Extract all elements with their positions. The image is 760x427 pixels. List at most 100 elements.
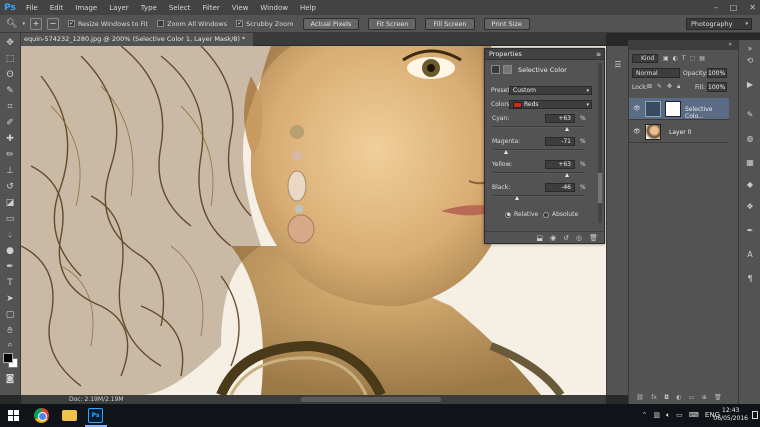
fill-input[interactable]: 100% (707, 82, 727, 92)
eyedropper-tool-icon[interactable]: ✐ (3, 117, 17, 129)
link-layers-icon[interactable]: ⛓︎ (636, 394, 644, 404)
radio-dot[interactable] (543, 211, 549, 218)
absolute-radio[interactable]: Absolute (543, 211, 578, 218)
adjustments-panel-icon[interactable]: ☰ (612, 60, 624, 70)
menu-file[interactable]: File (20, 4, 44, 12)
eye-icon[interactable]: 👁︎ (633, 105, 641, 112)
menu-filter[interactable]: Filter (196, 4, 225, 12)
menu-type[interactable]: Type (135, 4, 163, 12)
history-panel-icon[interactable]: ⟲ (745, 56, 755, 65)
zoom-in-icon[interactable]: + (29, 17, 42, 30)
path-selection-tool-icon[interactable]: ➤ (3, 293, 17, 305)
eraser-tool-icon[interactable]: ◪ (3, 197, 17, 209)
zoom-all-windows-checkbox[interactable]: Zoom All Windows (157, 20, 227, 28)
paths-panel-icon[interactable]: ✒ (745, 226, 755, 235)
layer-row-layer-0[interactable]: 👁︎ Layer 0 (629, 121, 729, 143)
magenta-value-input[interactable]: -71 (545, 137, 575, 146)
horizontal-scrollbar[interactable] (301, 397, 441, 402)
new-group-icon[interactable]: ▭ (689, 394, 695, 404)
menu-layer[interactable]: Layer (103, 4, 135, 12)
volume-icon[interactable]: 🔈︎ (666, 411, 670, 420)
layers-panel-collapse[interactable]: » (629, 40, 738, 50)
fit-screen-button[interactable]: Fit Screen (368, 17, 417, 30)
zoom-tool-icon[interactable]: ⌕ (3, 339, 17, 351)
scrubby-zoom-checkbox[interactable]: ✓ Scrubby Zoom (236, 20, 294, 28)
zoom-out-icon[interactable]: − (46, 17, 59, 30)
menu-window[interactable]: Window (254, 4, 294, 12)
battery-icon[interactable]: ▭ (676, 411, 683, 420)
pen-tool-icon[interactable]: ✒ (3, 261, 17, 273)
quick-mask-icon[interactable]: ◙ (3, 373, 17, 385)
menu-image[interactable]: Image (69, 4, 103, 12)
chrome-icon[interactable] (34, 408, 49, 423)
file-explorer-icon[interactable] (62, 410, 77, 421)
opacity-input[interactable]: 100% (707, 68, 727, 78)
brush-panel-icon[interactable]: ✎ (745, 110, 755, 119)
cyan-value-input[interactable]: +63 (545, 114, 575, 123)
styles-panel-icon[interactable]: ◆ (745, 180, 755, 189)
menu-help[interactable]: Help (294, 4, 322, 12)
new-layer-icon[interactable]: ⊕ (702, 394, 707, 404)
blur-tool-icon[interactable]: 💧︎ (3, 229, 17, 241)
eye-icon[interactable]: 👁︎ (633, 128, 641, 135)
delete-layer-icon[interactable]: 🗑︎ (714, 394, 722, 404)
menu-view[interactable]: View (226, 4, 255, 12)
close-icon[interactable]: ✕ (749, 3, 756, 12)
workspace-select[interactable]: Photography ▾ (686, 18, 752, 30)
keyboard-icon[interactable]: ⌨ (689, 411, 699, 420)
clone-stamp-tool-icon[interactable]: ⊥ (3, 165, 17, 177)
layer-row-selective-color[interactable]: 👁︎ Selective Colo... (629, 98, 729, 120)
panel-menu-icon[interactable]: ≡ (596, 49, 601, 60)
lasso-tool-icon[interactable]: ʘ (3, 69, 17, 81)
move-tool-icon[interactable]: ✥ (3, 37, 17, 49)
fx-icon[interactable]: fx (651, 394, 657, 404)
blend-mode-select[interactable]: Normal (632, 68, 680, 78)
yellow-slider-track[interactable] (493, 172, 585, 174)
lock-icons[interactable]: ⊠✎✥🔒︎ (647, 83, 685, 91)
clock[interactable]: 12:43 06/05/2016 (713, 407, 748, 423)
menu-select[interactable]: Select (163, 4, 197, 12)
cyan-slider-thumb[interactable] (565, 127, 570, 131)
black-slider-track[interactable] (493, 195, 585, 197)
history-brush-tool-icon[interactable]: ↺ (3, 181, 17, 193)
checkbox-box[interactable] (157, 20, 165, 27)
channels-panel-icon[interactable]: ❖ (745, 202, 755, 211)
radio-dot[interactable] (505, 211, 511, 218)
rectangle-tool-icon[interactable]: ▢ (3, 309, 17, 321)
quick-select-tool-icon[interactable]: ✎ (3, 85, 17, 97)
layer-filter-icons[interactable]: ▣◐T⬚▤ (663, 55, 709, 62)
delete-icon[interactable]: 🗑︎ (589, 234, 598, 242)
preset-select[interactable]: Custom ▾ (509, 86, 592, 95)
crop-tool-icon[interactable]: ⌗ (3, 101, 17, 113)
network-icon[interactable]: ▥ (653, 411, 660, 420)
add-mask-icon[interactable]: ◘ (664, 394, 669, 404)
black-slider-thumb[interactable] (515, 196, 520, 200)
colors-select[interactable]: Reds ▾ (509, 100, 592, 109)
view-previous-icon[interactable]: ◉ (550, 234, 556, 242)
collapse-icon[interactable]: » (745, 44, 755, 53)
cyan-slider-track[interactable] (493, 126, 585, 128)
clip-to-layer-icon[interactable]: ⬓ (536, 234, 543, 242)
resize-windows-checkbox[interactable]: ✓ Resize Windows to Fit (67, 20, 148, 28)
healing-brush-tool-icon[interactable]: ✚ (3, 133, 17, 145)
document-tab[interactable]: equin-574232_1280.jpg @ 200% (Selective … (21, 33, 254, 46)
menu-edit[interactable]: Edit (44, 4, 70, 12)
layer-filter-select[interactable]: Kind (632, 54, 658, 63)
marquee-tool-icon[interactable]: ⬚ (3, 53, 17, 65)
tool-preset-chevron-icon[interactable]: ▾ (22, 21, 25, 27)
print-size-button[interactable]: Print Size (483, 17, 530, 30)
character-panel-icon[interactable]: A (745, 250, 755, 259)
hand-tool-icon[interactable]: ✋︎ (3, 325, 17, 337)
layer-mask-icon[interactable] (503, 65, 512, 74)
color-panel-icon[interactable]: ◍ (745, 134, 755, 143)
gradient-tool-icon[interactable]: ▭ (3, 213, 17, 225)
paragraph-panel-icon[interactable]: ¶ (745, 274, 755, 283)
relative-radio[interactable]: Relative (505, 211, 538, 218)
new-adjustment-icon[interactable]: ◐ (676, 394, 681, 404)
maximize-icon[interactable]: □ (730, 3, 738, 12)
checkbox-box[interactable]: ✓ (236, 20, 244, 27)
layer-mask-thumb[interactable] (665, 101, 681, 117)
black-value-input[interactable]: -46 (545, 183, 575, 192)
chevron-up-icon[interactable]: ⌃ (641, 411, 647, 420)
properties-scrollbar[interactable] (598, 63, 602, 223)
